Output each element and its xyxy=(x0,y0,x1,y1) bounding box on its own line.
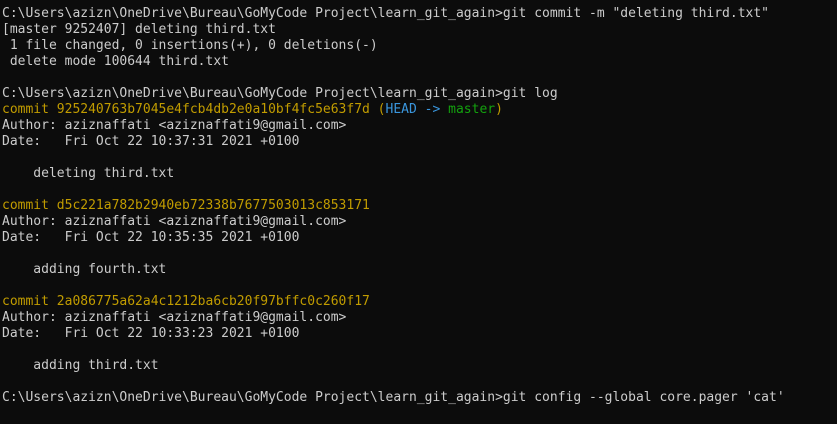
date-line: Date: Fri Oct 22 10:33:23 2021 +0100 xyxy=(2,326,300,341)
commit-line: commit 2a086775a62a4c1212ba6cb20f97bffc0… xyxy=(2,294,370,309)
commit-message: adding third.txt xyxy=(2,358,159,373)
ref-open-paren: ( xyxy=(369,102,386,117)
commit-hash: commit 925240763b7045e4fcb4db2e0a10bf4fc… xyxy=(2,102,370,117)
head-ref: HEAD -> xyxy=(385,102,449,117)
branch-name: master xyxy=(448,102,496,117)
prompt-line: C:\Users\azizn\OneDrive\Bureau\GoMyCode … xyxy=(2,390,785,405)
output-line: [master 9252407] deleting third.txt xyxy=(2,22,276,37)
commit-line: commit 925240763b7045e4fcb4db2e0a10bf4fc… xyxy=(2,102,837,118)
date-line: Date: Fri Oct 22 10:35:35 2021 +0100 xyxy=(2,230,300,245)
prompt-line: C:\Users\azizn\OneDrive\Bureau\GoMyCode … xyxy=(2,86,558,101)
commit-message: deleting third.txt xyxy=(2,166,175,181)
terminal-window[interactable]: C:\Users\azizn\OneDrive\Bureau\GoMyCode … xyxy=(0,0,837,424)
output-line: 1 file changed, 0 insertions(+), 0 delet… xyxy=(2,38,378,53)
output-line: delete mode 100644 third.txt xyxy=(2,54,229,69)
commit-line: commit d5c221a782b2940eb72338b7677503013… xyxy=(2,198,370,213)
author-line: Author: aziznaffati <aziznaffati9@gmail.… xyxy=(2,214,347,229)
ref-close-paren: ) xyxy=(495,102,503,117)
prompt-line: C:\Users\azizn\OneDrive\Bureau\GoMyCode … xyxy=(2,6,770,21)
date-line: Date: Fri Oct 22 10:37:31 2021 +0100 xyxy=(2,134,300,149)
author-line: Author: aziznaffati <aziznaffati9@gmail.… xyxy=(2,118,347,133)
author-line: Author: aziznaffati <aziznaffati9@gmail.… xyxy=(2,310,347,325)
commit-message: adding fourth.txt xyxy=(2,262,167,277)
